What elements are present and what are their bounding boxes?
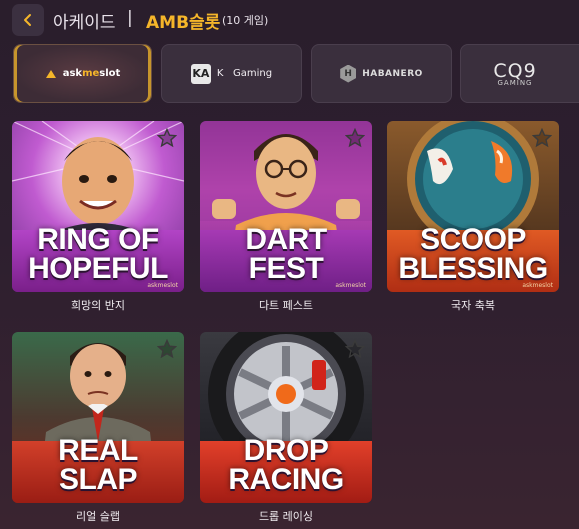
game-title-art: REAL SLAP: [12, 434, 184, 496]
game-thumbnail[interactable]: REAL SLAP: [12, 332, 184, 503]
provider-tabs: askmeslot KA K Gaming H HABANERO CQ9 GAM…: [0, 44, 579, 104]
provider-tab-habanero[interactable]: H HABANERO: [311, 44, 452, 103]
game-title-line2: SLAP: [58, 463, 138, 496]
game-name[interactable]: 드롭 레이싱: [200, 508, 372, 524]
game-title-art: DROP RACING: [200, 434, 372, 496]
game-count: (10 게임): [222, 14, 269, 27]
game-card-drop-racing[interactable]: DROP RACING 드롭 레이싱: [200, 332, 372, 527]
favorite-star-icon[interactable]: [345, 128, 365, 148]
favorite-star-icon[interactable]: [157, 339, 177, 359]
provider-tab-askmeslot[interactable]: askmeslot: [13, 44, 152, 103]
provider-label-askmeslot: askmeslot: [62, 68, 121, 79]
game-thumbnail[interactable]: SCOOP BLESSING askmeslot: [387, 121, 559, 292]
game-title-art: RING OF HOPEFUL: [12, 223, 184, 285]
provider-tab-cq9[interactable]: CQ9 GAMING: [460, 44, 579, 103]
game-title-line2: RACING: [228, 463, 344, 496]
breadcrumb-separator: |: [127, 8, 133, 28]
game-name[interactable]: 희망의 반지: [12, 297, 184, 313]
game-card-real-slap[interactable]: REAL SLAP 리얼 슬랩: [12, 332, 184, 527]
game-name[interactable]: 다트 페스트: [200, 297, 372, 313]
chevron-left-icon: [24, 14, 31, 26]
kagaming-logo-icon: KA: [190, 63, 211, 84]
provider-sublabel-cq9: GAMING: [497, 79, 533, 87]
game-thumbnail[interactable]: RING OF HOPEFUL askmeslot: [12, 121, 184, 292]
cq9-logo: CQ9 GAMING: [493, 60, 536, 87]
favorite-star-icon[interactable]: [157, 128, 177, 148]
game-name[interactable]: 국자 축복: [387, 297, 559, 313]
habanero-logo-icon: H: [340, 64, 357, 83]
game-thumbnail[interactable]: DART FEST askmeslot: [200, 121, 372, 292]
game-brand-mark: askmeslot: [335, 282, 366, 289]
provider-label-habanero: HABANERO: [362, 68, 423, 79]
game-title-line2: BLESSING: [398, 252, 548, 285]
favorite-star-icon[interactable]: [532, 128, 552, 148]
game-title-line1: SCOOP: [420, 223, 526, 256]
page-header: 아케이드 | AMB슬롯 (10 게임): [0, 0, 579, 40]
askmeslot-logo-icon: [45, 69, 56, 78]
game-title-line1: DROP: [243, 434, 329, 467]
game-title-line1: DART: [245, 223, 327, 256]
game-card-dart-fest[interactable]: DART FEST askmeslot 다트 페스트: [200, 121, 372, 316]
breadcrumb-arcade[interactable]: 아케이드: [53, 8, 116, 33]
game-title-line1: RING OF: [37, 223, 159, 256]
game-title-line2: HOPEFUL: [28, 252, 168, 285]
game-title-line2: FEST: [248, 252, 324, 285]
breadcrumb-current: AMB슬롯: [146, 13, 221, 33]
game-card-scoop-blessing[interactable]: SCOOP BLESSING askmeslot 국자 축복: [387, 121, 559, 316]
back-button[interactable]: [12, 4, 44, 36]
game-brand-mark: askmeslot: [522, 282, 553, 289]
favorite-star-icon[interactable]: [345, 339, 365, 359]
provider-label-kagaming: K Gaming: [216, 68, 273, 79]
game-thumbnail[interactable]: DROP RACING: [200, 332, 372, 503]
game-card-ring-of-hopeful[interactable]: RING OF HOPEFUL askmeslot 희망의 반지: [12, 121, 184, 316]
game-brand-mark: askmeslot: [147, 282, 178, 289]
game-title-line1: REAL: [58, 434, 138, 467]
provider-tab-kagaming[interactable]: KA K Gaming: [161, 44, 302, 103]
game-name[interactable]: 리얼 슬랩: [12, 508, 184, 524]
game-title-art: SCOOP BLESSING: [387, 223, 559, 285]
game-title-art: DART FEST: [200, 223, 372, 285]
